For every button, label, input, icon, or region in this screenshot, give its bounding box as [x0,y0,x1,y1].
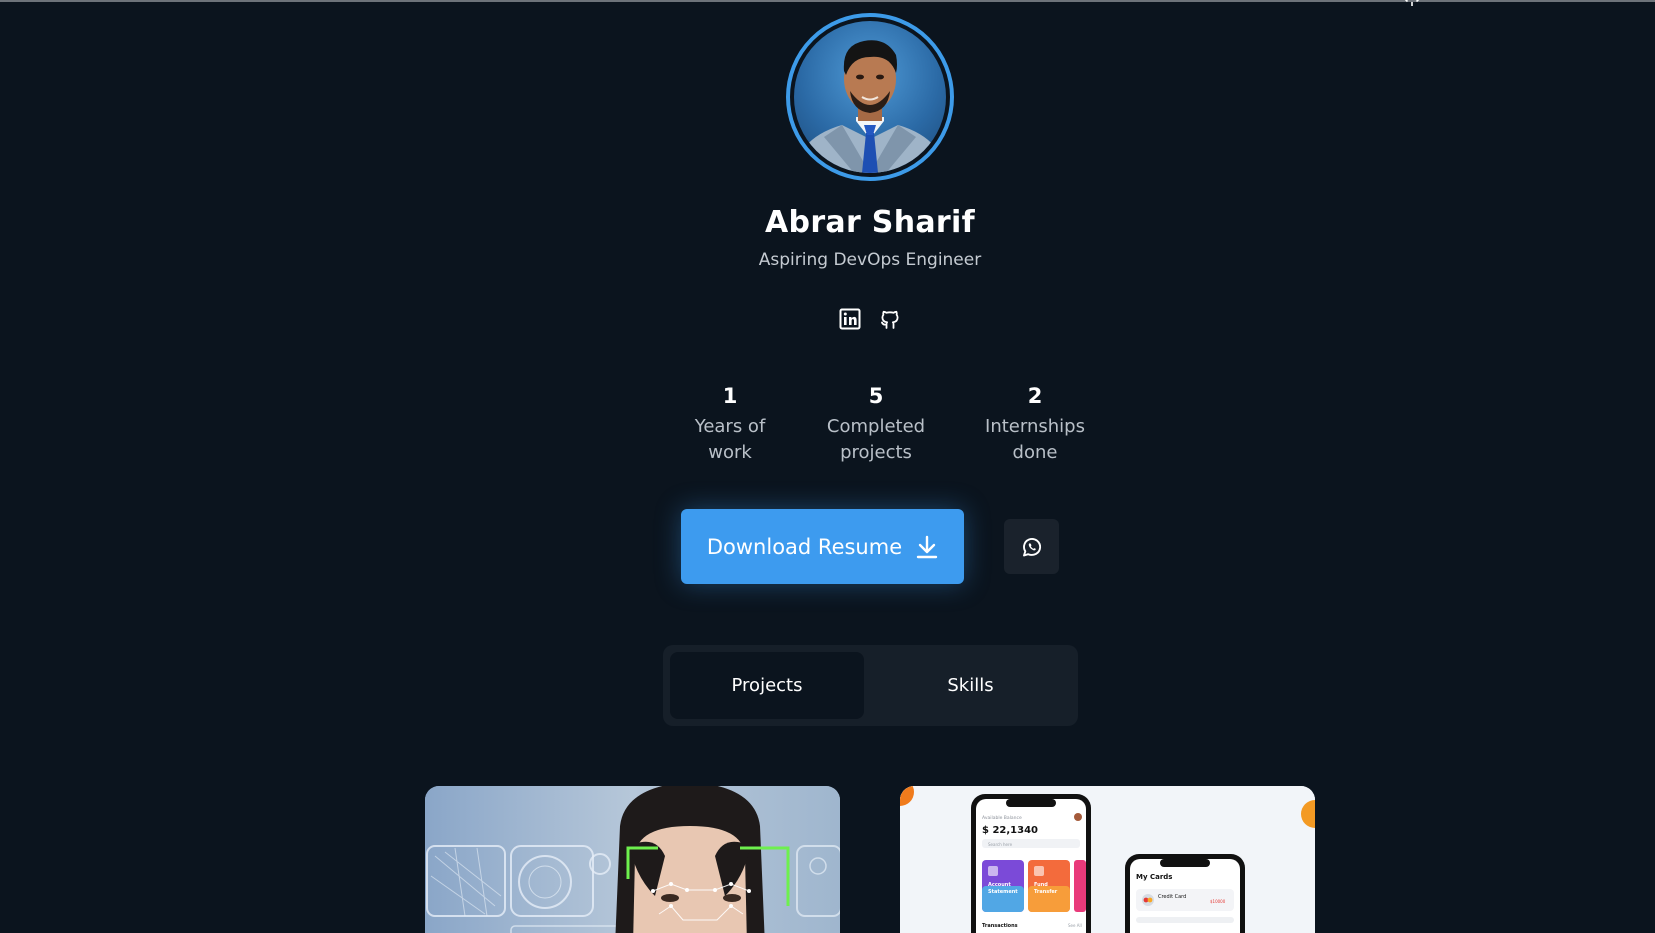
my-cards-title: My Cards [1136,873,1172,881]
credit-card-label: Credit Card [1158,894,1186,900]
stat-projects-label-line1: Completed [826,416,926,437]
transactions-label: Transactions [982,923,1018,929]
github-link[interactable] [878,307,902,331]
search-placeholder: Search here [988,842,1013,847]
whatsapp-icon [1022,537,1041,556]
whatsapp-button[interactable] [1004,519,1059,574]
tab-projects[interactable]: Projects [670,652,864,719]
tile-fund-line2: Transfer [1034,889,1058,895]
avatar-portrait [802,40,938,173]
tile-account-line2: Statement [988,889,1018,895]
stat-internships: 2 Internships done [965,382,1105,466]
banking-app-image: Available Balance $ 22,1340 Search here … [900,786,1315,933]
tile-fund-line1: Fund [1034,882,1048,888]
sun-icon[interactable] [1400,0,1424,10]
credit-card-amount: $10000 [1210,899,1226,904]
stat-projects-label-line2: projects [840,442,912,463]
stat-projects-label: Completed projects [806,414,946,466]
tile-account-line1: Account [988,882,1011,888]
stat-years: 1 Years of work [660,382,800,466]
stat-years-label-line1: Years of [694,416,766,437]
stat-years-label-line2: work [708,442,752,463]
balance-value: $ 22,1340 [982,825,1038,836]
stat-internships-label-line1: Internships [985,416,1085,437]
stat-internships-value: 2 [1027,384,1043,408]
face-recognition-image [425,786,840,933]
profile-role: Aspiring DevOps Engineer [758,250,982,270]
balance-caption: Available Balance [982,815,1022,821]
stat-internships-label-line2: done [1012,442,1058,463]
social-links [838,307,902,331]
linkedin-link[interactable] [838,307,862,331]
profile-name: Abrar Sharif [765,205,975,240]
avatar [794,21,946,173]
download-icon [916,535,938,558]
download-resume-label: Download Resume [706,534,903,559]
avatar-ring [786,13,954,181]
project-card-banking-app[interactable]: Available Balance $ 22,1340 Search here … [900,786,1315,933]
stat-projects-value: 5 [868,384,884,408]
page: Abrar Sharif Aspiring DevOps Engineer 1 … [0,0,1655,933]
stat-internships-label: Internships done [965,414,1105,466]
download-resume-button[interactable]: Download Resume [681,509,964,584]
stat-projects: 5 Completed projects [806,382,946,466]
tab-skills[interactable]: Skills [870,652,1071,719]
section-tabs: Projects Skills [663,645,1078,726]
project-card-face-recognition[interactable] [425,786,840,933]
stat-years-value: 1 [722,384,738,408]
see-all-label: See All [1068,923,1082,928]
stat-years-label: Years of work [660,414,800,466]
github-icon [881,310,899,329]
linkedin-icon [839,308,861,330]
stats-row: 1 Years of work 5 Completed projects 2 I… [660,382,1085,472]
